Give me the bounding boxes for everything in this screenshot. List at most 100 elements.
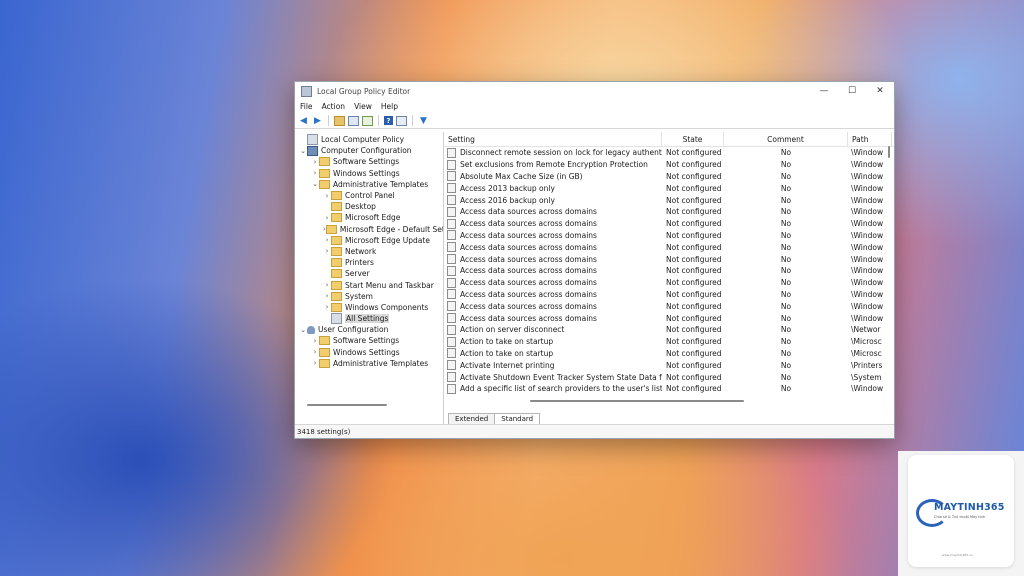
chevron-down-icon[interactable]: ⌄ bbox=[299, 147, 307, 155]
chevron-right-icon[interactable]: › bbox=[323, 303, 331, 311]
setting-cell: Access 2013 backup only bbox=[444, 183, 662, 194]
table-row[interactable]: Absolute Max Cache Size (in GB) Not confi… bbox=[444, 171, 894, 183]
chevron-right-icon[interactable]: › bbox=[311, 337, 319, 345]
properties-icon[interactable] bbox=[396, 115, 407, 126]
table-row[interactable]: Access data sources across domains Not co… bbox=[444, 230, 894, 242]
chevron-down-icon[interactable]: ⌄ bbox=[311, 180, 319, 188]
table-row[interactable]: Action on server disconnect Not configure… bbox=[444, 324, 894, 336]
tree-node-label: Windows Components bbox=[345, 302, 429, 312]
tree-node[interactable]: Desktop bbox=[295, 201, 443, 212]
tree-node[interactable]: Local Computer Policy bbox=[295, 134, 443, 146]
filter-icon[interactable]: ▼ bbox=[418, 115, 429, 126]
table-row[interactable]: Access 2016 backup only Not configured No \… bbox=[444, 194, 894, 206]
policy-setting-icon bbox=[447, 277, 456, 288]
tree-node[interactable]: › Microsoft Edge - Default Setti bbox=[295, 224, 443, 235]
chevron-right-icon[interactable]: › bbox=[323, 292, 331, 300]
minimize-button[interactable]: — bbox=[810, 82, 838, 100]
comment-cell: No bbox=[780, 266, 792, 276]
column-state[interactable]: State bbox=[662, 132, 724, 146]
table-row[interactable]: Activate Internet printing Not configured… bbox=[444, 359, 894, 371]
title-bar[interactable]: Local Group Policy Editor — ☐ ✕ bbox=[295, 82, 894, 100]
tree-node[interactable]: All Settings bbox=[295, 313, 443, 325]
tree-node[interactable]: Printers bbox=[295, 257, 443, 268]
setting-name: Access data sources across domains bbox=[460, 313, 597, 323]
tree-node[interactable]: Server bbox=[295, 268, 443, 279]
tree-node[interactable]: › Microsoft Edge bbox=[295, 212, 443, 223]
setting-cell: Disconnect remote session on lock for le… bbox=[444, 147, 662, 158]
settings-list[interactable]: ^ Setting State Comment Path Disconnect … bbox=[444, 132, 894, 424]
tab-standard[interactable]: Standard bbox=[494, 413, 541, 424]
tree-horizontal-scrollbar[interactable] bbox=[307, 404, 387, 406]
table-row[interactable]: Access 2013 backup only Not configured No \… bbox=[444, 182, 894, 194]
table-row[interactable]: Access data sources across domains Not co… bbox=[444, 253, 894, 265]
chevron-right-icon[interactable]: › bbox=[323, 281, 331, 289]
folder-up-icon[interactable] bbox=[334, 115, 345, 126]
path-cell: \Microsc bbox=[851, 348, 882, 358]
table-row[interactable]: Access data sources across domains Not co… bbox=[444, 277, 894, 289]
tree-node[interactable]: › Windows Components bbox=[295, 302, 443, 313]
chevron-right-icon[interactable]: › bbox=[323, 236, 331, 244]
chevron-right-icon[interactable]: › bbox=[311, 158, 319, 166]
policy-setting-icon bbox=[447, 336, 456, 347]
tab-extended[interactable]: Extended bbox=[448, 413, 496, 424]
menu-help[interactable]: Help bbox=[381, 102, 398, 111]
table-row[interactable]: Access data sources across domains Not co… bbox=[444, 265, 894, 277]
setting-name: Activate Shutdown Event Tracker System S… bbox=[460, 372, 662, 382]
path-cell: \Window bbox=[851, 266, 884, 276]
back-arrow-icon[interactable]: ◀ bbox=[298, 115, 309, 126]
show-hide-tree-icon[interactable] bbox=[348, 115, 359, 126]
menu-file[interactable]: File bbox=[300, 102, 313, 111]
table-row[interactable]: Action to take on startup Not configured N… bbox=[444, 336, 894, 348]
tree-node[interactable]: ⌄ Administrative Templates bbox=[295, 179, 443, 190]
maximize-button[interactable]: ☐ bbox=[838, 82, 866, 100]
forward-arrow-icon[interactable]: ▶ bbox=[312, 115, 323, 126]
path-cell: \Window bbox=[851, 289, 884, 299]
tree-node[interactable]: › Control Panel bbox=[295, 190, 443, 201]
chevron-right-icon[interactable]: › bbox=[323, 214, 331, 222]
chevron-right-icon[interactable]: › bbox=[323, 192, 331, 200]
table-row[interactable]: Action to take on startup Not configured N… bbox=[444, 348, 894, 360]
chevron-right-icon[interactable]: › bbox=[323, 247, 331, 255]
table-row[interactable]: Access data sources across domains Not co… bbox=[444, 289, 894, 301]
close-button[interactable]: ✕ bbox=[866, 82, 894, 100]
column-path[interactable]: Path bbox=[848, 132, 892, 146]
menu-view[interactable]: View bbox=[354, 102, 372, 111]
tree-node-label: Microsoft Edge Update bbox=[345, 235, 430, 245]
tree-node[interactable]: › Software Settings bbox=[295, 335, 443, 346]
tree-node[interactable]: › Software Settings bbox=[295, 156, 443, 167]
tree-node[interactable]: › Windows Settings bbox=[295, 168, 443, 179]
list-horizontal-scrollbar[interactable] bbox=[530, 400, 744, 402]
table-row[interactable]: Access data sources across domains Not co… bbox=[444, 241, 894, 253]
group-policy-editor-window[interactable]: Local Group Policy Editor — ☐ ✕ File Act… bbox=[294, 81, 895, 439]
menu-action[interactable]: Action bbox=[322, 102, 346, 111]
tree-node[interactable]: ⌄ User Configuration bbox=[295, 324, 443, 335]
table-row[interactable]: Access data sources across domains Not co… bbox=[444, 206, 894, 218]
table-row[interactable]: Access data sources across domains Not co… bbox=[444, 218, 894, 230]
tree-node[interactable]: › Microsoft Edge Update bbox=[295, 235, 443, 246]
comment-cell: No bbox=[780, 360, 792, 370]
list-vertical-scrollbar[interactable] bbox=[888, 146, 890, 158]
export-list-icon[interactable] bbox=[362, 115, 373, 126]
policy-setting-icon bbox=[447, 230, 456, 241]
column-comment[interactable]: Comment bbox=[724, 132, 848, 146]
navigation-tree[interactable]: Local Computer Policy ⌄ Computer Configura… bbox=[295, 132, 444, 424]
table-row[interactable]: Access data sources across domains Not co… bbox=[444, 300, 894, 312]
table-row[interactable]: Set exclusions from Remote Encryption Pr… bbox=[444, 159, 894, 171]
tree-node[interactable]: › Windows Settings bbox=[295, 347, 443, 358]
setting-name: Access data sources across domains bbox=[460, 278, 597, 288]
tree-node[interactable]: › Administrative Templates bbox=[295, 358, 443, 369]
help-icon[interactable]: ? bbox=[384, 116, 393, 125]
table-row[interactable]: Add a specific list of search providers … bbox=[444, 383, 894, 395]
chevron-right-icon[interactable]: › bbox=[311, 359, 319, 367]
chevron-right-icon[interactable]: › bbox=[311, 169, 319, 177]
chevron-down-icon[interactable]: ⌄ bbox=[299, 326, 307, 334]
table-row[interactable]: Activate Shutdown Event Tracker System S… bbox=[444, 371, 894, 383]
chevron-right-icon[interactable]: › bbox=[311, 348, 319, 356]
tree-node[interactable]: ⌄ Computer Configuration bbox=[295, 145, 443, 156]
tree-node[interactable]: › System bbox=[295, 291, 443, 302]
setting-cell: Set exclusions from Remote Encryption Pr… bbox=[444, 159, 662, 170]
table-row[interactable]: Disconnect remote session on lock for le… bbox=[444, 147, 894, 159]
table-row[interactable]: Access data sources across domains Not co… bbox=[444, 312, 894, 324]
tree-node[interactable]: › Start Menu and Taskbar bbox=[295, 279, 443, 290]
tree-node[interactable]: › Network bbox=[295, 246, 443, 257]
